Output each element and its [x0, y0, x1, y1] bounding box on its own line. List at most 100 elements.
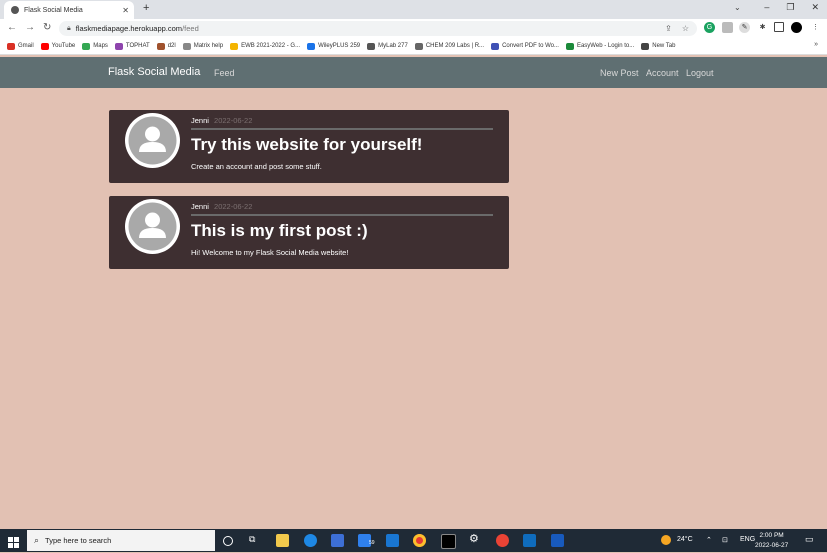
extension-icon[interactable]	[722, 22, 733, 33]
clock-date: 2022-06-27	[755, 542, 789, 549]
bookmark-label: Convert PDF to Wo...	[502, 43, 559, 49]
sidepanel-icon[interactable]	[774, 22, 784, 32]
bookmark-item[interactable]: Matrix help	[182, 42, 224, 50]
reload-icon[interactable]: ↻	[43, 22, 51, 33]
show-hidden-icons[interactable]: ⌃	[706, 536, 712, 544]
window-controls: – ❐ ✕	[764, 2, 819, 13]
nav-account-link[interactable]: Account	[646, 68, 679, 78]
forward-icon[interactable]: →	[25, 22, 35, 33]
bookmarks-overflow-icon[interactable]: »	[814, 41, 818, 48]
bookmark-favicon-icon	[565, 42, 574, 50]
post-content: Create an account and post some stuff.	[191, 162, 322, 171]
bookmark-favicon-icon	[414, 42, 423, 50]
bookmark-item[interactable]: EWB 2021-2022 - G...	[230, 42, 301, 50]
post-date: 2022-06-22	[214, 116, 253, 125]
nav-new-post-link[interactable]: New Post	[600, 68, 639, 78]
bookmark-favicon-icon	[230, 42, 239, 50]
bookmark-item[interactable]: YouTube	[40, 42, 75, 50]
user-avatar-icon[interactable]	[125, 113, 180, 168]
task-view-icon[interactable]: ⧉	[249, 534, 262, 547]
bookmark-favicon-icon	[156, 42, 165, 50]
nav-logout-link[interactable]: Logout	[686, 68, 714, 78]
file-explorer-icon[interactable]	[276, 534, 289, 547]
terminal-icon[interactable]	[441, 534, 456, 549]
bookmark-label: EWB 2021-2022 - G...	[241, 43, 301, 49]
bookmark-label: MyLab 277	[378, 43, 408, 49]
language-indicator[interactable]: ENG	[740, 536, 755, 543]
bookmark-favicon-icon	[82, 42, 91, 50]
share-icon[interactable]: ⇪	[665, 24, 672, 33]
post-title[interactable]: Try this website for yourself!	[191, 135, 422, 155]
post-author[interactable]: Jenni	[191, 116, 209, 125]
post-card: Jenni 2022-06-22 This is my first post :…	[109, 196, 509, 269]
network-icon[interactable]: ⊡	[722, 536, 728, 544]
close-window-icon[interactable]: ✕	[811, 2, 819, 13]
back-icon[interactable]: ←	[7, 22, 17, 33]
bookmark-label: Maps	[93, 43, 108, 49]
extension-icon[interactable]: ✎	[739, 22, 750, 33]
bookmark-item[interactable]: Convert PDF to Wo...	[491, 42, 559, 50]
temperature[interactable]: 24°C	[677, 536, 693, 543]
bookmark-item[interactable]: Gmail	[7, 42, 34, 50]
bookmark-favicon-icon	[182, 42, 191, 50]
brand-link[interactable]: Flask Social Media	[108, 66, 200, 78]
mail-badge: 59	[369, 540, 375, 546]
bookmark-label: EasyWeb - Login to...	[576, 43, 635, 49]
new-tab-button[interactable]: +	[143, 2, 149, 14]
lock-icon: 🔒︎	[67, 24, 71, 32]
bookmark-favicon-icon	[40, 42, 49, 50]
bookmark-favicon-icon	[7, 42, 15, 50]
avatar[interactable]	[791, 22, 802, 33]
url-path: /feed	[182, 24, 199, 33]
puzzle-icon[interactable]: ✱	[757, 22, 768, 33]
bookmarks-bar: Gmail YouTube Maps TOPHAT d2l Matrix help EWB …	[0, 38, 827, 55]
windows-start-icon[interactable]	[8, 535, 19, 553]
search-icon: ⌕	[34, 535, 40, 545]
bookmark-star-icon[interactable]: ☆	[682, 24, 689, 33]
bookmark-item[interactable]: EasyWeb - Login to...	[565, 42, 635, 50]
bookmark-favicon-icon	[114, 42, 123, 50]
restore-icon[interactable]: ❐	[786, 2, 794, 13]
word-icon[interactable]	[551, 534, 564, 547]
minimize-icon[interactable]: –	[764, 2, 769, 13]
settings-gear-icon[interactable]: ⚙	[469, 532, 482, 545]
bookmark-label: WileyPLUS 259	[318, 43, 361, 49]
vscode-icon[interactable]	[386, 534, 399, 547]
bookmark-favicon-icon	[491, 42, 500, 50]
user-avatar-icon[interactable]	[125, 199, 180, 254]
tab-search-icon[interactable]: ⌄	[734, 3, 741, 12]
browser-toolbar: ← → ↻ 🔒︎ flaskmediapage.herokuapp.com /f…	[0, 19, 827, 38]
bookmark-item[interactable]: d2l	[156, 42, 176, 50]
address-bar[interactable]: 🔒︎ flaskmediapage.herokuapp.com /feed ⇪ …	[59, 21, 697, 36]
chrome-icon[interactable]	[413, 534, 426, 547]
cortana-icon[interactable]	[223, 536, 233, 546]
nav-feed-link[interactable]: Feed	[214, 68, 235, 78]
bookmark-item[interactable]: TOPHAT	[114, 42, 150, 50]
store-icon[interactable]	[331, 534, 344, 547]
grammarly-extension-icon[interactable]: G	[704, 22, 715, 33]
bookmark-label: TOPHAT	[125, 43, 150, 49]
menu-icon[interactable]: ⋮	[810, 22, 821, 33]
bookmark-label: Matrix help	[193, 43, 224, 49]
taskbar-search[interactable]: ⌕ Type here to search	[27, 530, 215, 551]
edge-icon[interactable]	[304, 534, 317, 547]
notifications-icon[interactable]: ▭	[805, 534, 814, 545]
bookmark-item[interactable]: MyLab 277	[367, 42, 408, 50]
weather-icon[interactable]	[661, 535, 671, 545]
bookmark-item[interactable]: New Tab	[641, 42, 675, 50]
system-clock[interactable]: 2:00 PM 2022-06-27	[755, 531, 788, 551]
bookmark-label: d2l	[167, 43, 176, 49]
divider	[191, 214, 493, 216]
close-tab-icon[interactable]: ✕	[122, 6, 129, 15]
post-author[interactable]: Jenni	[191, 202, 209, 211]
chrome-app-icon[interactable]	[496, 534, 509, 547]
bookmark-item[interactable]: CHEM 209 Labs | R...	[414, 42, 485, 50]
browser-tab[interactable]: Flask Social Media ✕	[4, 1, 134, 19]
bookmark-label: CHEM 209 Labs | R...	[425, 43, 485, 49]
bookmark-item[interactable]: Maps	[82, 42, 108, 50]
taskbar-search-placeholder: Type here to search	[45, 536, 112, 545]
post-title[interactable]: This is my first post :)	[191, 221, 368, 241]
bookmark-item[interactable]: WileyPLUS 259	[307, 42, 361, 50]
bookmark-favicon-icon	[641, 42, 650, 50]
photos-icon[interactable]	[523, 534, 536, 547]
